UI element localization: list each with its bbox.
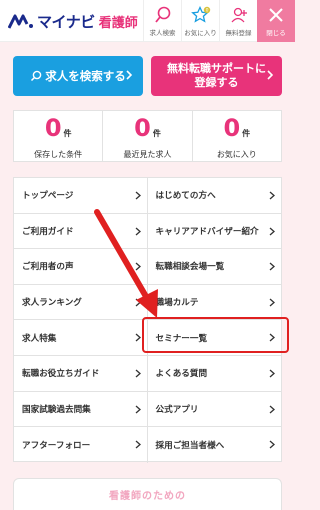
- chevron-right-icon: [269, 298, 275, 307]
- nav-item-label: 公式アプリ: [155, 404, 199, 415]
- favorite-badge: 0: [205, 8, 208, 14]
- chevron-right-icon: [135, 369, 141, 378]
- stat-unit: 件: [242, 129, 251, 138]
- stats-panel: 0件 保存した条件 0件 最近見た求人 0件 お気に入り: [13, 110, 282, 162]
- stat-unit: 件: [152, 129, 161, 138]
- nav-item-label: はじめての方へ: [155, 191, 216, 202]
- header-favorite-button[interactable]: 0 お気に入り: [181, 0, 219, 42]
- support-label-line1: 無料転職サポートに: [167, 62, 266, 75]
- star-icon: 0: [190, 6, 210, 23]
- app-header: マイナビ 看護師 求人検索 0 お気に入り 無料登録 閉じる: [0, 0, 295, 42]
- stat-value: 0: [223, 114, 241, 142]
- nav-item-label: 求人ランキング: [22, 298, 82, 309]
- stat-unit: 件: [63, 129, 72, 138]
- chevron-right-icon: [126, 70, 133, 80]
- chevron-right-icon: [135, 262, 141, 271]
- nav-item-label: ご利用ガイド: [22, 226, 74, 237]
- nav-item-label: 職場カルテ: [155, 298, 199, 309]
- nav-item-user-guide[interactable]: ご利用ガイド: [14, 213, 148, 250]
- stat-saved-conditions[interactable]: 0件 保存した条件: [14, 111, 102, 161]
- nav-item-label: ご利用者の声: [22, 262, 74, 273]
- nav-item-label: 転職お役立ちガイド: [22, 369, 100, 380]
- nav-item-label: キャリアアドバイザー紹介: [155, 226, 259, 237]
- search-jobs-button[interactable]: 求人を検索する: [13, 56, 143, 96]
- stat-favorites[interactable]: 0件 お気に入り: [191, 111, 281, 161]
- search-icon: [31, 70, 42, 82]
- nav-item-career-advisors[interactable]: キャリアアドバイザー紹介: [147, 214, 281, 250]
- nav-item-faq[interactable]: よくある質問: [147, 356, 281, 392]
- nav-item-official-app[interactable]: 公式アプリ: [147, 392, 281, 428]
- highlight-box: [142, 317, 289, 353]
- stat-label: 保存した条件: [34, 150, 83, 159]
- logo-mark-icon: [8, 14, 33, 29]
- stat-value: 0: [134, 114, 151, 142]
- logo-brand: マイナビ: [37, 12, 95, 31]
- user-add-icon: [231, 7, 247, 23]
- header-register-button[interactable]: 無料登録: [219, 0, 257, 42]
- chevron-right-icon: [135, 405, 141, 414]
- chevron-right-icon: [135, 298, 141, 307]
- chevron-right-icon: [269, 191, 275, 200]
- bottom-banner-text: 看護師のための: [109, 491, 186, 502]
- header-search-button[interactable]: 求人検索: [143, 0, 181, 42]
- chevron-right-icon: [269, 369, 275, 378]
- chevron-right-icon: [269, 405, 275, 414]
- nav-item-first-time[interactable]: はじめての方へ: [147, 178, 281, 214]
- stat-label: お気に入り: [216, 150, 257, 159]
- search-icon: [154, 6, 170, 23]
- header-favorite-label: お気に入り: [184, 29, 217, 37]
- nav-item-job-features[interactable]: 求人特集: [14, 320, 148, 356]
- chevron-right-icon: [135, 191, 141, 200]
- nav-item-label: 転職相談会場一覧: [155, 262, 225, 273]
- chevron-right-icon: [135, 227, 141, 236]
- nav-item-user-voices[interactable]: ご利用者の声: [14, 249, 148, 285]
- chevron-right-icon: [267, 70, 274, 80]
- logo-sub: 看護師: [98, 15, 138, 31]
- nav-item-workplace-charts[interactable]: 職場カルテ: [147, 285, 281, 321]
- nav-item-label: 国家試験過去問集: [22, 404, 91, 415]
- chevron-right-icon: [135, 440, 141, 449]
- header-register-label: 無料登録: [225, 29, 252, 37]
- chevron-right-icon: [269, 227, 275, 236]
- nav-item-label: トップページ: [22, 191, 74, 202]
- nav-item-after-follow[interactable]: アフターフォロー: [14, 427, 148, 463]
- bottom-banner[interactable]: 看護師のための: [13, 478, 282, 510]
- nav-item-label: よくある質問: [155, 369, 208, 380]
- close-icon: [269, 8, 283, 22]
- nav-item-label: 採用ご担当者様へ: [155, 440, 225, 451]
- nav-item-past-exams[interactable]: 国家試験過去問集: [14, 391, 148, 428]
- header-close-button[interactable]: 閉じる: [257, 0, 295, 42]
- nav-item-for-recruiters[interactable]: 採用ご担当者様へ: [148, 427, 282, 463]
- chevron-right-icon: [269, 440, 275, 449]
- nav-item-career-guide[interactable]: 転職お役立ちガイド: [14, 355, 148, 392]
- stat-recently-viewed[interactable]: 0件 最近見た求人: [102, 111, 191, 161]
- nav-item-top-page[interactable]: トップページ: [14, 178, 148, 214]
- header-search-label: 求人検索: [149, 29, 176, 37]
- chevron-right-icon: [269, 262, 275, 271]
- chevron-right-icon: [135, 333, 141, 342]
- nav-item-job-ranking[interactable]: 求人ランキング: [14, 284, 148, 321]
- search-jobs-label: 求人を検索する: [45, 69, 126, 83]
- nav-item-consultation-venues[interactable]: 転職相談会場一覧: [147, 249, 281, 285]
- stat-value: 0: [44, 114, 62, 142]
- support-label-line2: 登録する: [194, 76, 239, 89]
- stat-label: 最近見た求人: [123, 150, 172, 159]
- nav-item-label: アフターフォロー: [22, 440, 91, 451]
- nav-item-label: 求人特集: [22, 333, 57, 344]
- logo[interactable]: マイナビ 看護師: [8, 11, 138, 31]
- free-support-register-button[interactable]: 無料転職サポートに 登録する: [151, 56, 282, 96]
- header-close-label: 閉じる: [266, 29, 286, 37]
